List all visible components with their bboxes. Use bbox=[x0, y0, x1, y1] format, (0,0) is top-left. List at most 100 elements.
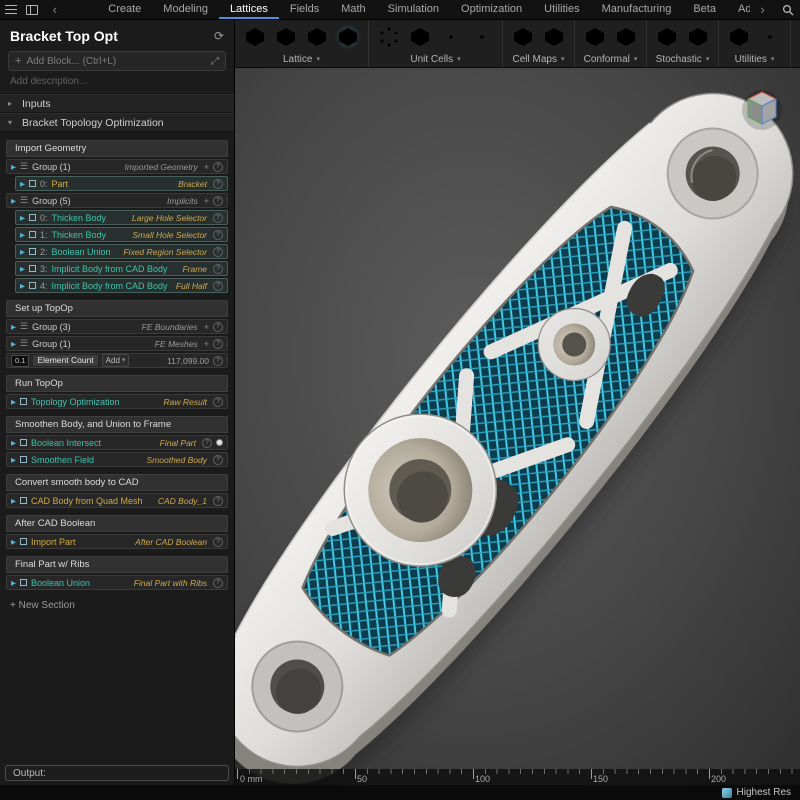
unit-cells-dropdown[interactable]: Unit Cells▾ bbox=[376, 51, 495, 67]
expander-icon[interactable]: ▶ bbox=[11, 197, 16, 205]
help-icon[interactable]: ? bbox=[213, 162, 223, 172]
block-caption[interactable]: After CAD Boolean bbox=[6, 515, 228, 532]
block-row[interactable]: ▶ 2: Boolean Union Fixed Region Selector… bbox=[15, 244, 228, 259]
expand-editor-icon[interactable]: ⤢ bbox=[211, 56, 219, 67]
expander-icon[interactable]: ▶ bbox=[11, 456, 16, 464]
stochastic-dropdown[interactable]: Stochastic▾ bbox=[654, 51, 711, 67]
menu-utilities[interactable]: Utilities bbox=[533, 0, 590, 19]
group-row[interactable]: ▶ ☰ Group (3) FE Boundaries + ? bbox=[6, 319, 228, 334]
hamburger-menu-icon[interactable] bbox=[0, 0, 21, 19]
expander-icon[interactable]: ▶ bbox=[11, 163, 16, 171]
expander-icon[interactable]: ▶ bbox=[11, 323, 16, 331]
cell-map-icon[interactable] bbox=[510, 24, 536, 50]
expander-icon[interactable]: ▶ bbox=[20, 248, 25, 256]
expander-icon[interactable]: ▶ bbox=[20, 265, 25, 273]
utilities-cube-plus-icon[interactable] bbox=[726, 24, 752, 50]
cell-maps-dropdown[interactable]: Cell Maps▾ bbox=[510, 51, 567, 67]
3d-viewport[interactable]: 0 mm 50 100 150 200 bbox=[235, 68, 800, 785]
group-row[interactable]: ▶ ☰ Group (1) FE Meshes + ? bbox=[6, 336, 228, 351]
expander-icon[interactable]: ▶ bbox=[11, 497, 16, 505]
element-count-row[interactable]: 0.1 Element Count Add▾ 117,099.00 ? bbox=[6, 353, 228, 368]
help-icon[interactable]: ? bbox=[213, 356, 223, 366]
help-icon[interactable]: ? bbox=[213, 339, 223, 349]
menu-optimization[interactable]: Optimization bbox=[450, 0, 533, 19]
block-row[interactable]: ▶ 0: Thicken Body Large Hole Selector ? bbox=[15, 210, 228, 225]
lattice-fill-icon[interactable] bbox=[335, 24, 361, 50]
block-caption[interactable]: Final Part w/ Ribs bbox=[6, 556, 228, 573]
block-row[interactable]: ▶ 3: Implicit Body from CAD Body Frame ? bbox=[15, 261, 228, 276]
conformal-volume-icon[interactable] bbox=[613, 24, 639, 50]
expander-icon[interactable]: ▶ bbox=[11, 579, 16, 587]
help-icon[interactable]: ? bbox=[213, 264, 223, 274]
conformal-dropdown[interactable]: Conformal▾ bbox=[582, 51, 639, 67]
add-to-group-icon[interactable]: + bbox=[204, 162, 209, 172]
expander-icon[interactable]: ▶ bbox=[11, 398, 16, 406]
lattice-body-icon[interactable] bbox=[242, 24, 268, 50]
block-row[interactable]: ▶ 4: Implicit Body from CAD Body Full Ha… bbox=[15, 278, 228, 293]
menu-fields[interactable]: Fields bbox=[279, 0, 330, 19]
unit-cell-custom-icon[interactable] bbox=[469, 24, 495, 50]
menu-beta[interactable]: Beta bbox=[682, 0, 727, 19]
block-caption[interactable]: Smoothen Body, and Union to Frame bbox=[6, 416, 228, 433]
section-inputs[interactable]: ▸ Inputs bbox=[0, 94, 234, 113]
lattice-dropdown[interactable]: Lattice▾ bbox=[242, 51, 361, 67]
block-caption[interactable]: Run TopOp bbox=[6, 375, 228, 392]
help-icon[interactable]: ? bbox=[213, 213, 223, 223]
expander-icon[interactable]: ▶ bbox=[11, 340, 16, 348]
unit-cell-cube-icon[interactable] bbox=[407, 24, 433, 50]
help-icon[interactable]: ? bbox=[202, 438, 212, 448]
menu-lattices[interactable]: Lattices bbox=[219, 0, 279, 19]
lattice-trim-icon[interactable] bbox=[273, 24, 299, 50]
menu-additional[interactable]: Additi bbox=[727, 0, 750, 19]
block-row[interactable]: ▶ Topology Optimization Raw Result ? bbox=[6, 394, 228, 409]
utilities-dropdown[interactable]: Utilities▾ bbox=[726, 51, 783, 67]
help-icon[interactable]: ? bbox=[213, 247, 223, 257]
lattice-shell-icon[interactable] bbox=[304, 24, 330, 50]
expander-icon[interactable]: ▶ bbox=[11, 538, 16, 546]
expander-icon[interactable]: ▶ bbox=[20, 180, 25, 188]
expander-icon[interactable]: ▶ bbox=[11, 439, 16, 447]
block-row[interactable]: ▶ Boolean Intersect Final Part ? bbox=[6, 435, 228, 450]
menu-manufacturing[interactable]: Manufacturing bbox=[591, 0, 683, 19]
expander-icon[interactable]: ▶ bbox=[20, 231, 25, 239]
unit-cell-axis-icon[interactable] bbox=[438, 24, 464, 50]
menu-scroll-right-icon[interactable]: › bbox=[750, 0, 775, 19]
description-placeholder[interactable]: Add description... bbox=[10, 76, 224, 87]
visibility-dot-icon[interactable] bbox=[216, 439, 223, 446]
help-icon[interactable]: ? bbox=[213, 281, 223, 291]
unit-cell-graph-icon[interactable] bbox=[376, 24, 402, 50]
output-bar[interactable]: Output: bbox=[5, 765, 229, 781]
group-row[interactable]: ▶ ☰ Group (5) Implicits + ? bbox=[6, 193, 228, 208]
resolution-selector[interactable]: Highest Res bbox=[737, 787, 791, 798]
add-to-group-icon[interactable]: + bbox=[204, 196, 209, 206]
menu-simulation[interactable]: Simulation bbox=[377, 0, 450, 19]
block-caption[interactable]: Convert smooth body to CAD bbox=[6, 474, 228, 491]
search-icon[interactable] bbox=[775, 0, 800, 19]
help-icon[interactable]: ? bbox=[213, 397, 223, 407]
block-row[interactable]: ▶ 1: Thicken Body Small Hole Selector ? bbox=[15, 227, 228, 242]
block-row[interactable]: ▶ Smoothen Field Smoothed Body ? bbox=[6, 452, 228, 467]
utilities-cube-x-icon[interactable] bbox=[757, 24, 783, 50]
menu-modeling[interactable]: Modeling bbox=[152, 0, 219, 19]
help-icon[interactable]: ? bbox=[213, 537, 223, 547]
menu-math[interactable]: Math bbox=[330, 0, 376, 19]
help-icon[interactable]: ? bbox=[213, 578, 223, 588]
block-caption[interactable]: Set up TopOp bbox=[6, 300, 228, 317]
new-section-button[interactable]: + New Section bbox=[10, 600, 224, 611]
stochastic-cube-icon[interactable] bbox=[685, 24, 711, 50]
add-to-group-icon[interactable]: + bbox=[204, 322, 209, 332]
help-icon[interactable]: ? bbox=[213, 455, 223, 465]
block-row[interactable]: ▶ Boolean Union Final Part with Ribs ? bbox=[6, 575, 228, 590]
block-row[interactable]: ▶ CAD Body from Quad Mesh CAD Body_1 ? bbox=[6, 493, 228, 508]
layout-panes-icon[interactable] bbox=[21, 0, 42, 19]
cell-map-grid-icon[interactable] bbox=[541, 24, 567, 50]
add-to-group-icon[interactable]: + bbox=[204, 339, 209, 349]
view-orientation-gizmo[interactable] bbox=[736, 82, 788, 134]
viewport-canvas[interactable] bbox=[235, 68, 800, 785]
menu-create[interactable]: Create bbox=[97, 0, 152, 19]
expander-icon[interactable]: ▶ bbox=[20, 282, 25, 290]
help-icon[interactable]: ? bbox=[213, 196, 223, 206]
help-icon[interactable]: ? bbox=[213, 230, 223, 240]
unit-dropdown[interactable]: Add▾ bbox=[102, 354, 130, 367]
section-main[interactable]: ▾ Bracket Topology Optimization bbox=[0, 113, 234, 132]
